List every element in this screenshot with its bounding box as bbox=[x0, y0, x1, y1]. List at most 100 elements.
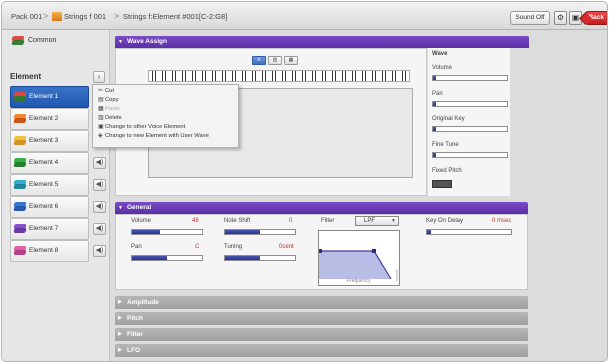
element-stack-icon bbox=[14, 158, 26, 168]
element-label: Element 1 bbox=[29, 93, 59, 100]
fixed-pitch-label: Fixed Pitch bbox=[432, 168, 462, 174]
sound-off-button[interactable]: Sound Off bbox=[510, 11, 550, 25]
fixed-pitch-toggle[interactable] bbox=[432, 180, 452, 188]
lfo-section[interactable]: LFO bbox=[115, 344, 528, 357]
amplitude-section[interactable]: Amplitude bbox=[115, 296, 528, 309]
element-label: Element 4 bbox=[29, 159, 59, 166]
element-stack-icon bbox=[14, 180, 26, 190]
settings-gear-icon[interactable]: ⚙ bbox=[554, 11, 567, 25]
context-delete[interactable]: ▥Delete bbox=[98, 114, 122, 122]
key-on-delay-label: Key On Delay bbox=[426, 218, 464, 224]
element-label: Element 3 bbox=[29, 137, 59, 144]
element-row: Element 3 bbox=[10, 130, 105, 152]
element-row: Element 6 ◀) bbox=[10, 196, 106, 218]
breadcrumb-element: Strings f:Element #001[C-2:G8] bbox=[123, 12, 228, 21]
element-stack-icon bbox=[14, 246, 26, 256]
view-mode-keys-icon[interactable]: ▦ bbox=[284, 56, 298, 65]
general-header[interactable]: General bbox=[115, 202, 528, 214]
element-row: Element 7 ◀) bbox=[10, 218, 106, 240]
context-change-user-wave[interactable]: ◈ Change to new Element with User Wave bbox=[98, 132, 209, 140]
element-stack-icon bbox=[14, 136, 26, 146]
filter-section[interactable]: Filter bbox=[115, 328, 528, 341]
wave-properties: Wave Volume Pan Original Key Fine Tune F… bbox=[428, 48, 510, 196]
volume-label: Volume bbox=[131, 218, 152, 224]
wave-title: Wave bbox=[432, 51, 448, 57]
back-button[interactable]: Back bbox=[585, 11, 607, 25]
context-menu: ✂ Cut ▤Copy ▦Paste ▥Delete ▣Change to oth… bbox=[92, 84, 239, 148]
top-bar: Pack 001 > Strings f 001 > Strings f:Ele… bbox=[2, 2, 607, 30]
original-key-label: Original Key bbox=[432, 116, 465, 122]
wave-pan-label: Pan bbox=[432, 91, 443, 97]
change-element-icon: ▣ bbox=[98, 124, 104, 130]
user-wave-icon: ◈ bbox=[98, 133, 103, 139]
element-stack-icon bbox=[14, 202, 26, 212]
element-label: Element 7 bbox=[29, 225, 59, 232]
fine-tune-label: Fine Tune bbox=[432, 142, 459, 148]
speaker-icon[interactable]: ◀) bbox=[93, 157, 106, 169]
element-button[interactable]: Element 3 bbox=[10, 130, 89, 152]
speaker-icon[interactable]: ◀) bbox=[93, 201, 106, 213]
voice-icon bbox=[52, 12, 62, 21]
element-row: Element 1 bbox=[10, 86, 105, 108]
element-row: Element 8 ◀) bbox=[10, 240, 106, 262]
note-shift-label: Note Shift bbox=[224, 218, 251, 224]
filter-label: Filter bbox=[321, 218, 335, 224]
element-row: Element 4 ◀) bbox=[10, 152, 106, 174]
volume-value: 48 bbox=[192, 218, 199, 224]
element-label: Element 2 bbox=[29, 115, 59, 122]
cut-icon: ✂ bbox=[98, 88, 104, 94]
view-mode-wave-icon[interactable]: ≡ bbox=[252, 56, 266, 65]
speaker-icon[interactable]: ◀) bbox=[93, 223, 106, 235]
wave-assign-header[interactable]: Wave Assign bbox=[115, 36, 529, 48]
element-stack-icon bbox=[14, 114, 26, 124]
wave-volume-slider[interactable] bbox=[432, 75, 508, 81]
delete-icon: ▥ bbox=[98, 115, 104, 121]
element-button[interactable]: Element 6 bbox=[10, 196, 89, 218]
sidebar: Common Element › Element 1 Element 2 Ele… bbox=[2, 30, 110, 361]
element-button[interactable]: Element 1 bbox=[10, 86, 89, 108]
context-paste: ▦Paste bbox=[98, 106, 120, 112]
element-row: Element 2 bbox=[10, 108, 105, 130]
paste-icon: ▦ bbox=[98, 106, 104, 112]
copy-icon: ▤ bbox=[98, 97, 104, 103]
pitch-section[interactable]: Pitch bbox=[115, 312, 528, 325]
pan-label: Pan bbox=[131, 244, 142, 250]
tuning-label: Tuning bbox=[224, 244, 243, 250]
element-button[interactable]: Element 7 bbox=[10, 218, 89, 240]
filter-type-select[interactable]: LPF bbox=[355, 216, 399, 226]
pan-slider[interactable] bbox=[131, 255, 203, 261]
fine-tune-slider[interactable] bbox=[432, 152, 508, 158]
element-label: Element 6 bbox=[29, 203, 59, 210]
common-stack-icon bbox=[12, 36, 24, 46]
original-key-slider[interactable] bbox=[432, 126, 508, 132]
expand-arrow-icon[interactable]: › bbox=[93, 71, 105, 83]
element-button[interactable]: Element 2 bbox=[10, 108, 89, 130]
element-button[interactable]: Element 8 bbox=[10, 240, 89, 262]
wave-pan-slider[interactable] bbox=[432, 101, 508, 107]
element-stack-icon bbox=[14, 92, 26, 102]
context-change-voice-element[interactable]: ▣Change to other Voice Element bbox=[98, 123, 185, 131]
filter-curve-icon bbox=[318, 249, 398, 281]
view-mode-list-icon[interactable]: ▥ bbox=[268, 56, 282, 65]
context-cut[interactable]: ✂ Cut bbox=[98, 87, 114, 95]
volume-slider[interactable] bbox=[131, 229, 203, 235]
tuning-slider[interactable] bbox=[224, 255, 296, 261]
frequency-label: Frequency bbox=[347, 278, 371, 284]
element-stack-icon bbox=[14, 224, 26, 234]
context-copy[interactable]: ▤Copy bbox=[98, 96, 119, 104]
element-header: Element bbox=[10, 72, 42, 81]
keyboard-range[interactable] bbox=[148, 70, 410, 82]
element-button[interactable]: Element 5 bbox=[10, 174, 89, 196]
breadcrumb-separator: > bbox=[43, 11, 49, 21]
note-shift-slider[interactable] bbox=[224, 229, 296, 235]
element-button[interactable]: Element 4 bbox=[10, 152, 89, 174]
breadcrumb-pack[interactable]: Pack 001 bbox=[11, 12, 42, 21]
pan-value: C bbox=[195, 244, 200, 250]
key-on-delay-slider[interactable] bbox=[426, 229, 512, 235]
speaker-icon[interactable]: ◀) bbox=[93, 179, 106, 191]
speaker-icon[interactable]: ◀) bbox=[93, 245, 106, 257]
breadcrumb-separator: > bbox=[114, 11, 120, 21]
sidebar-common[interactable]: Common bbox=[10, 34, 105, 47]
breadcrumb-voice[interactable]: Strings f 001 bbox=[64, 12, 106, 21]
tuning-value: 0cent bbox=[279, 244, 294, 250]
